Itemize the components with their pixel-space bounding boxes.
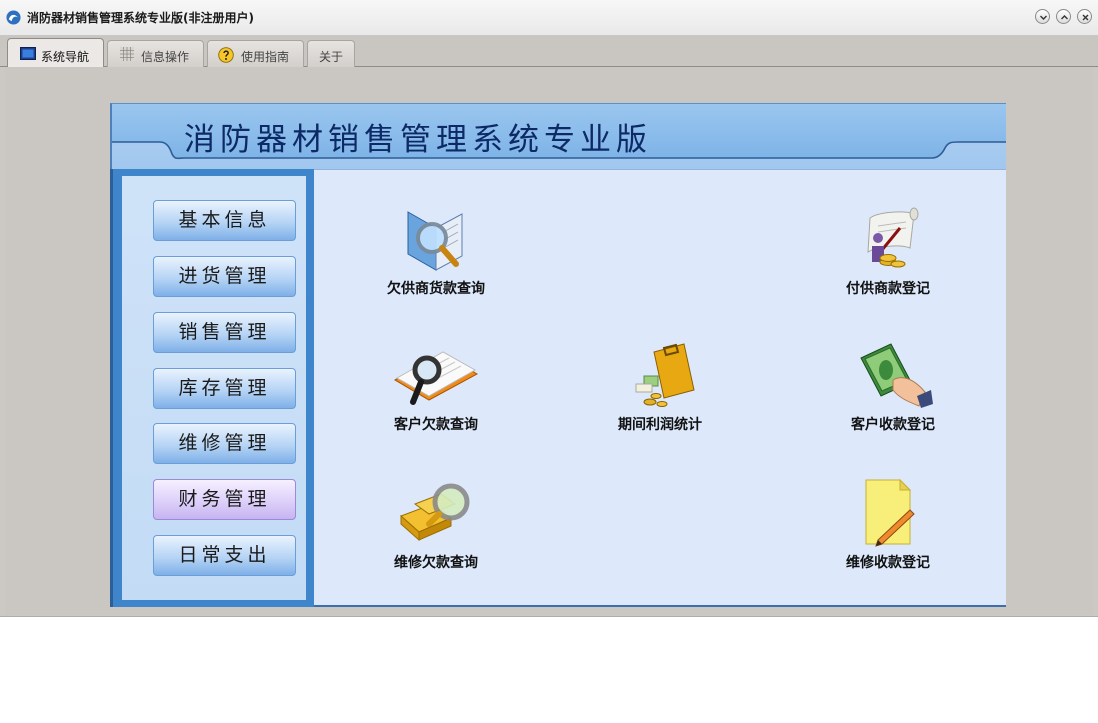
function-label: 维修收款登记 [846, 555, 930, 571]
maximize-button[interactable] [1056, 9, 1071, 24]
supplier-payment-register[interactable]: 付供商款登记 [813, 204, 963, 298]
nav-repair-management-button[interactable]: 维修管理 [153, 423, 296, 464]
supplier-debt-query[interactable]: 欠供商货款查询 [361, 204, 511, 298]
tab-bar: 系统导航 信息操作 使用指南 关于 [0, 36, 1098, 68]
tab-label: 系统导航 [41, 50, 90, 64]
hand-money-icon [860, 343, 933, 408]
grid-icon [120, 47, 134, 61]
nav-sales-management-button[interactable]: 销售管理 [153, 312, 296, 353]
function-panel: 欠供商货款查询 付供商款登记 客户欠款查询 期间利润统计 客户收款登记 维修欠款… [314, 169, 1006, 607]
help-icon [218, 47, 234, 63]
tab-label: 使用指南 [241, 50, 290, 64]
window-title: 消防器材销售管理系统专业版(非注册用户) [27, 11, 254, 25]
maximize-icon [1061, 15, 1068, 20]
repair-receipt-register[interactable]: 维修收款登记 [813, 478, 963, 572]
period-profit-statistics[interactable]: 期间利润统计 [585, 340, 735, 434]
nav-daily-expense-button[interactable]: 日常支出 [153, 535, 296, 576]
document-magnifier-icon [393, 351, 479, 405]
customer-debt-query[interactable]: 客户欠款查询 [361, 340, 511, 434]
nav-finance-management-button[interactable]: 财务管理 [153, 479, 296, 520]
monitor-icon [20, 47, 36, 60]
tab-user-guide[interactable]: 使用指南 [207, 40, 304, 67]
function-label: 客户欠款查询 [394, 417, 478, 433]
close-icon [1082, 14, 1089, 21]
function-label: 欠供商货款查询 [387, 281, 485, 297]
app-logo-icon [6, 10, 21, 25]
function-label: 付供商款登记 [846, 281, 930, 297]
title-bar: 消防器材销售管理系统专业版(非注册用户) [0, 0, 1098, 36]
minimize-button[interactable] [1035, 9, 1050, 24]
tab-label: 信息操作 [141, 50, 190, 64]
nav-inventory-management-button[interactable]: 库存管理 [153, 368, 296, 409]
gold-magnifier-icon [400, 483, 470, 542]
nav-purchase-management-button[interactable]: 进货管理 [153, 256, 296, 297]
tab-about[interactable]: 关于 [307, 40, 355, 67]
tab-label: 关于 [319, 50, 344, 64]
customer-receipt-register[interactable]: 客户收款登记 [818, 340, 968, 434]
sidebar-menu: 基本信息 进货管理 销售管理 库存管理 维修管理 财务管理 日常支出 [122, 176, 306, 600]
scroll-coins-icon [867, 207, 919, 268]
note-pencil-icon [865, 478, 915, 547]
briefcase-coins-icon [635, 343, 695, 407]
banner-title: 消防器材销售管理系统专业版 [184, 122, 652, 158]
nav-basic-info-button[interactable]: 基本信息 [153, 200, 296, 241]
function-label: 维修欠款查询 [394, 555, 478, 571]
function-label: 期间利润统计 [618, 417, 702, 433]
banner: 消防器材销售管理系统专业版 [110, 103, 1006, 170]
tab-info-operation[interactable]: 信息操作 [107, 40, 204, 67]
sidebar: 基本信息 进货管理 销售管理 库存管理 维修管理 财务管理 日常支出 [110, 169, 314, 607]
tab-system-navigation[interactable]: 系统导航 [7, 38, 104, 68]
app-window: 消防器材销售管理系统专业版(非注册用户) 系统导航 信息操作 使用指南 关于 消… [0, 0, 1098, 617]
function-label: 客户收款登记 [851, 417, 935, 433]
repair-debt-query[interactable]: 维修欠款查询 [361, 478, 511, 572]
close-button[interactable] [1077, 9, 1092, 24]
minimize-icon [1040, 15, 1047, 20]
book-magnifier-icon [407, 211, 463, 271]
